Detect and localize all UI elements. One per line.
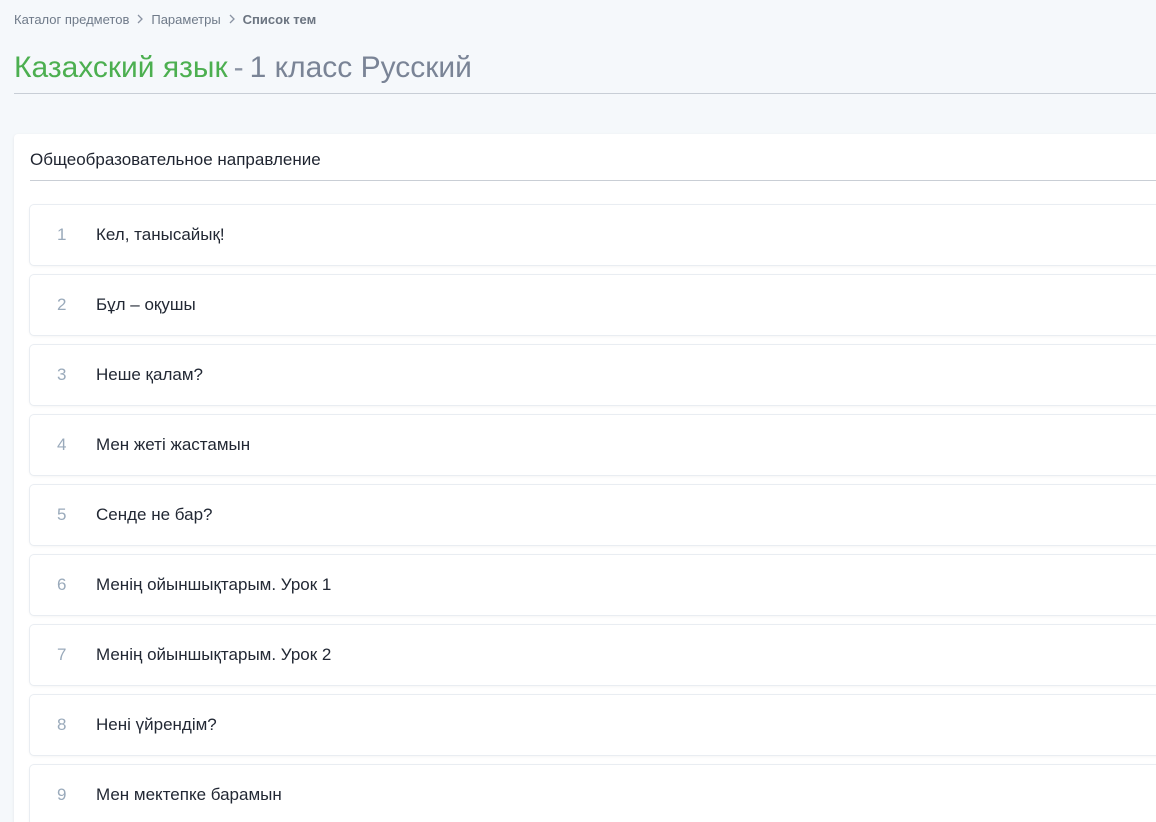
breadcrumb-catalog-link[interactable]: Каталог предметов xyxy=(14,12,129,27)
subject-name: Казахский язык xyxy=(14,51,228,84)
topic-item[interactable]: 7 Менің ойыншықтарым. Урок 2 xyxy=(30,625,1156,685)
topic-title: Мен жеті жастамын xyxy=(96,435,251,454)
topic-title: Бұл – оқушы xyxy=(96,295,196,314)
topic-title: Мен мектепке барамын xyxy=(96,785,282,804)
topics-card: Общеобразовательное направление 1 Кел, т… xyxy=(14,134,1156,822)
topic-number: 4 xyxy=(57,435,67,454)
topic-number: 8 xyxy=(57,715,67,734)
topic-number: 2 xyxy=(57,295,67,314)
topic-item[interactable]: 6 Менің ойыншықтарым. Урок 1 xyxy=(30,555,1156,615)
section-divider xyxy=(30,180,1156,181)
topic-item[interactable]: 2 Бұл – оқушы xyxy=(30,275,1156,335)
topic-title: Сенде не бар? xyxy=(96,505,213,524)
topic-item[interactable]: 4 Мен жеті жастамын xyxy=(30,415,1156,475)
topic-item[interactable]: 8 Нені үйрендім? xyxy=(30,695,1156,755)
chevron-right-icon xyxy=(133,12,147,26)
topic-title: Нені үйрендім? xyxy=(96,715,217,734)
topic-title: Неше қалам? xyxy=(96,365,203,384)
topic-item[interactable]: 9 Мен мектепке барамын xyxy=(30,765,1156,822)
topic-item[interactable]: 3 Неше қалам? xyxy=(30,345,1156,405)
breadcrumb: Каталог предметов Параметры Список тем xyxy=(14,10,316,28)
title-separator: - xyxy=(233,51,244,84)
grade-language: 1 класс Русский xyxy=(249,51,472,84)
topic-title: Менің ойыншықтарым. Урок 1 xyxy=(96,575,332,594)
topic-list: 1 Кел, танысайық! 2 Бұл – оқушы 3 Неше қ… xyxy=(30,205,1156,822)
topic-title: Менің ойыншықтарым. Урок 2 xyxy=(96,645,332,664)
topic-number: 6 xyxy=(57,575,67,594)
topic-number: 3 xyxy=(57,365,67,384)
section-heading: Общеобразовательное направление xyxy=(30,150,321,169)
title-divider xyxy=(14,93,1156,94)
page-title: Казахский язык - 1 класс Русский xyxy=(14,48,472,88)
topic-number: 9 xyxy=(57,785,67,804)
topic-number: 5 xyxy=(57,505,67,524)
breadcrumb-parameters-link[interactable]: Параметры xyxy=(151,12,220,27)
topic-title: Кел, танысайық! xyxy=(96,225,225,244)
topic-item[interactable]: 1 Кел, танысайық! xyxy=(30,205,1156,265)
chevron-right-icon xyxy=(225,12,239,26)
topic-item[interactable]: 5 Сенде не бар? xyxy=(30,485,1156,545)
topic-number: 1 xyxy=(57,225,67,244)
breadcrumb-current: Список тем xyxy=(242,11,317,27)
page: Каталог предметов Параметры Список тем К… xyxy=(0,0,1156,822)
topic-number: 7 xyxy=(57,645,67,664)
